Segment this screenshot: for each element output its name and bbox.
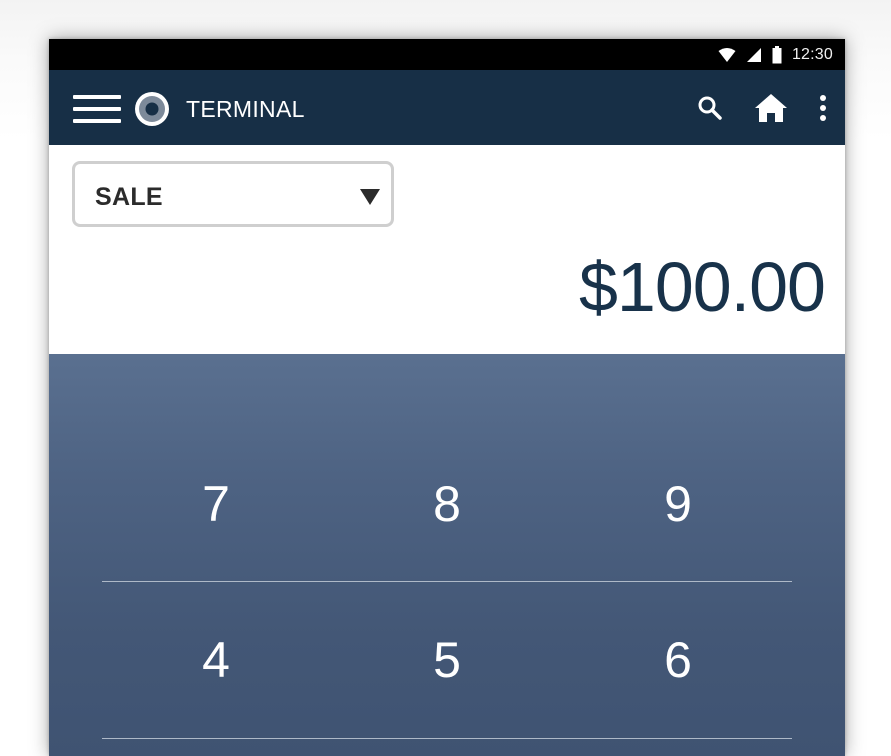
- status-icons: 12:30: [718, 39, 833, 70]
- key-7[interactable]: 7: [126, 439, 306, 569]
- key-6[interactable]: 6: [588, 595, 768, 725]
- keypad-divider: [102, 581, 792, 582]
- key-9[interactable]: 9: [588, 439, 768, 569]
- amount-display: $100.00: [578, 248, 826, 326]
- device-screen: 12:30 TERMINAL SALE $100.00 7 8 9 4 5 6: [49, 39, 845, 756]
- app-title: TERMINAL: [186, 96, 305, 122]
- keypad-divider: [102, 738, 792, 739]
- battery-icon: [772, 45, 782, 63]
- app-bar: TERMINAL: [49, 70, 845, 145]
- status-time: 12:30: [791, 45, 833, 63]
- more-options-button[interactable]: [809, 88, 837, 128]
- transaction-type-value: SALE: [95, 183, 163, 211]
- ring-logo-icon: [135, 92, 169, 126]
- wifi-icon: [718, 47, 736, 62]
- cellular-signal-icon: [746, 47, 761, 62]
- key-8[interactable]: 8: [357, 439, 537, 569]
- search-icon: [698, 96, 722, 120]
- home-button[interactable]: [749, 88, 793, 128]
- keypad-row-2: 4 5 6: [49, 595, 845, 725]
- caret-down-icon: [360, 189, 380, 205]
- key-5[interactable]: 5: [357, 595, 537, 725]
- transaction-type-dropdown[interactable]: SALE: [72, 161, 394, 227]
- more-vertical-icon: [820, 95, 826, 121]
- keypad-row-1: 7 8 9: [49, 439, 845, 569]
- key-4[interactable]: 4: [126, 595, 306, 725]
- home-icon: [755, 94, 787, 122]
- numeric-keypad: 7 8 9 4 5 6: [49, 354, 845, 756]
- transaction-panel: SALE $100.00: [49, 145, 845, 354]
- search-button[interactable]: [690, 88, 730, 128]
- hamburger-menu-icon[interactable]: [73, 95, 121, 123]
- status-bar: 12:30: [49, 39, 845, 70]
